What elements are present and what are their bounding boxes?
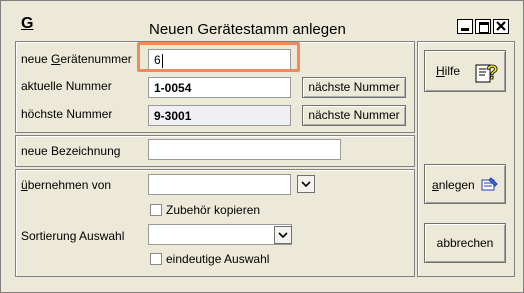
create-button-label: anlegen xyxy=(432,178,475,192)
close-button[interactable] xyxy=(493,19,509,34)
next-number-button-highest[interactable]: nächste Nummer xyxy=(302,105,406,126)
create-icon xyxy=(481,177,498,191)
help-button-label: Hilfe xyxy=(436,64,461,78)
maximize-button[interactable] xyxy=(475,19,491,34)
cancel-button-label: abbrechen xyxy=(436,236,494,250)
take-over-from-dropdown[interactable] xyxy=(297,175,315,193)
maximize-icon xyxy=(479,22,489,33)
window-title: Neuen Gerätestamm anlegen xyxy=(149,21,346,38)
new-device-number-label: neue Gerätenummer xyxy=(21,52,132,66)
help-icon: ? xyxy=(475,62,499,84)
take-over-from-label: übernehmen von xyxy=(21,178,112,192)
close-icon xyxy=(496,21,506,31)
chevron-down-icon xyxy=(301,181,311,188)
take-over-from-input[interactable] xyxy=(148,174,291,195)
dialog-window: G Neuen Gerätestamm anlegen neue Geräten… xyxy=(0,0,524,293)
highest-number-label: höchste Nummer xyxy=(21,107,113,121)
focus-highlight xyxy=(137,42,300,72)
new-designation-input[interactable] xyxy=(148,139,341,160)
chevron-down-icon xyxy=(278,232,288,239)
minimize-button[interactable] xyxy=(457,19,473,34)
svg-text:?: ? xyxy=(486,62,498,84)
app-icon[interactable]: G xyxy=(21,15,39,33)
sort-selection-label: Sortierung Auswahl xyxy=(21,229,125,243)
minimize-icon xyxy=(461,28,469,31)
new-designation-label: neue Bezeichnung xyxy=(21,144,121,158)
cancel-button[interactable]: abbrechen xyxy=(424,223,506,263)
current-number-label: aktuelle Nummer xyxy=(21,79,112,93)
highest-number-field: 9-3001 xyxy=(148,105,291,126)
copy-accessories-checkbox[interactable] xyxy=(150,204,162,216)
unique-selection-checkbox[interactable] xyxy=(150,253,162,265)
next-number-button-current[interactable]: nächste Nummer xyxy=(302,77,406,98)
unique-selection-label: eindeutige Auswahl xyxy=(166,252,270,266)
create-button[interactable]: anlegen xyxy=(424,164,506,204)
copy-accessories-label: Zubehör kopieren xyxy=(166,203,261,217)
sort-selection-select[interactable] xyxy=(148,224,292,245)
help-button[interactable]: Hilfe ? xyxy=(424,50,506,92)
current-number-field[interactable]: 1-0054 xyxy=(148,77,291,98)
sort-selection-dropdown[interactable] xyxy=(274,226,292,244)
